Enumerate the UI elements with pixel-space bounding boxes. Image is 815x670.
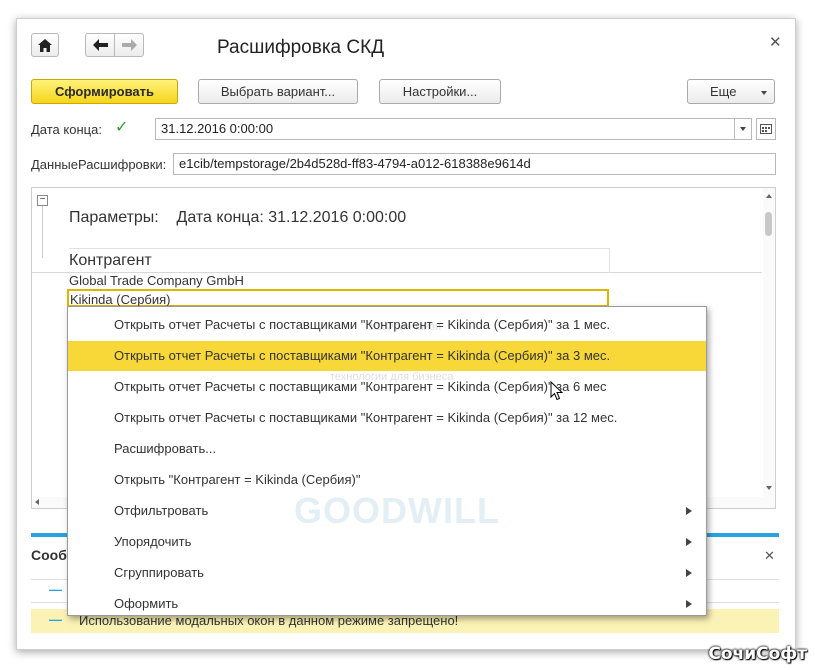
scroll-left-icon[interactable] bbox=[35, 499, 39, 505]
more-label: Еще bbox=[710, 84, 737, 99]
end-date-input[interactable]: 31.12.2016 0:00:00 bbox=[155, 118, 735, 140]
arrow-right-icon bbox=[121, 39, 137, 51]
menu-open-report-3m[interactable]: Открыть отчет Расчеты с поставщиками "Ко… bbox=[68, 341, 706, 371]
menu-decode[interactable]: Расшифровать... bbox=[68, 434, 706, 464]
choose-variant-button[interactable]: Выбрать вариант... bbox=[198, 79, 358, 104]
message-dash-icon: — bbox=[49, 582, 62, 597]
vertical-scrollbar[interactable] bbox=[763, 188, 775, 508]
context-menu: Открыть отчет Расчеты с поставщиками "Ко… bbox=[67, 306, 707, 616]
scroll-up-icon[interactable] bbox=[766, 194, 772, 198]
collapse-group-icon[interactable]: − bbox=[37, 195, 48, 206]
end-date-label: Дата конца: bbox=[31, 122, 102, 137]
messages-close-icon[interactable]: ✕ bbox=[764, 548, 775, 564]
report-decode-window: Расшифровка СКД ✕ Сформировать Выбрать в… bbox=[16, 18, 796, 650]
menu-group[interactable]: Сгруппировать bbox=[68, 558, 706, 588]
end-date-dropdown-button[interactable] bbox=[734, 118, 752, 140]
decode-data-label: ДанныеРасшифровки: bbox=[31, 157, 167, 172]
chevron-down-icon bbox=[740, 127, 746, 131]
forward-button[interactable] bbox=[114, 33, 144, 57]
menu-group-label: Сгруппировать bbox=[114, 565, 204, 580]
end-date-checkbox[interactable]: ✓ bbox=[115, 120, 131, 136]
window-title: Расшифровка СКД bbox=[217, 37, 385, 58]
calendar-button[interactable] bbox=[756, 118, 776, 140]
generate-button[interactable]: Сформировать bbox=[31, 79, 178, 104]
watermark-subtitle-1: 1С:Франчайзи bbox=[368, 321, 441, 333]
report-params: Параметры: Дата конца: 31.12.2016 0:00:0… bbox=[69, 209, 407, 226]
back-button[interactable] bbox=[85, 33, 115, 57]
menu-format-label: Оформить bbox=[114, 596, 179, 611]
close-icon[interactable]: ✕ bbox=[769, 33, 782, 51]
settings-button[interactable]: Настройки... bbox=[379, 79, 501, 104]
watermark-logo: GOODWILL bbox=[294, 490, 500, 531]
scroll-thumb[interactable] bbox=[765, 212, 772, 236]
calendar-icon bbox=[760, 124, 772, 134]
mouse-cursor-icon bbox=[550, 381, 564, 401]
menu-open-report-12m[interactable]: Открыть отчет Расчеты с поставщиками "Ко… bbox=[68, 403, 706, 433]
submenu-arrow-icon bbox=[686, 507, 692, 515]
group-bracket bbox=[42, 206, 43, 258]
watermark-subtitle-2: технологии для бизнеса bbox=[330, 371, 454, 383]
report-row[interactable]: Global Trade Company GmbH bbox=[69, 272, 609, 290]
decode-data-input[interactable]: e1cib/tempstorage/2b4d528d-ff83-4794-a01… bbox=[173, 153, 776, 175]
home-button[interactable] bbox=[31, 33, 59, 57]
menu-format[interactable]: Оформить bbox=[68, 589, 706, 619]
scroll-down-icon[interactable] bbox=[766, 486, 772, 490]
home-icon bbox=[38, 38, 52, 52]
menu-sort-label: Упорядочить bbox=[114, 534, 192, 549]
menu-filter-label: Отфильтровать bbox=[114, 503, 209, 518]
submenu-arrow-icon bbox=[686, 600, 692, 608]
arrow-left-icon bbox=[92, 39, 108, 51]
submenu-arrow-icon bbox=[686, 569, 692, 577]
column-header: Контрагент bbox=[69, 248, 610, 273]
submenu-arrow-icon bbox=[686, 538, 692, 546]
chevron-down-icon bbox=[761, 91, 767, 95]
corner-watermark: СочиСофт bbox=[708, 644, 807, 664]
message-dash-icon: — bbox=[49, 612, 62, 627]
messages-title: Сооб bbox=[31, 547, 67, 563]
more-button[interactable]: Еще bbox=[687, 79, 775, 104]
report-row-selected[interactable]: Kikinda (Сербия) bbox=[67, 289, 609, 307]
